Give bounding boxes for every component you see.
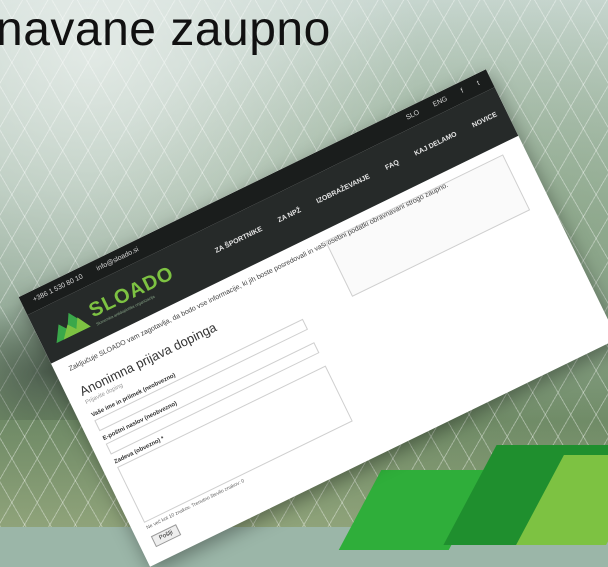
lang-eng-link[interactable]: ENG <box>432 96 449 109</box>
mountain-logo-icon <box>56 312 91 344</box>
nav-item-za-npz[interactable]: ZA NPŽ <box>277 207 303 224</box>
lang-slo-link[interactable]: SLO <box>405 109 421 121</box>
nav-item-za-sportnike[interactable]: ZA ŠPORTNIKE <box>214 226 264 255</box>
twitter-icon[interactable]: t <box>476 80 481 87</box>
nav-item-novice[interactable]: NOVICE <box>471 111 498 129</box>
facebook-icon[interactable]: f <box>460 88 465 95</box>
nav-item-faq[interactable]: FAQ <box>384 159 400 172</box>
headline: navane zaupno <box>0 3 331 56</box>
nav-item-izobrazevanje[interactable]: IZOBRAŽEVANJE <box>315 173 371 205</box>
nav-item-kaj-delamo[interactable]: KAJ DELAMO <box>413 131 458 158</box>
